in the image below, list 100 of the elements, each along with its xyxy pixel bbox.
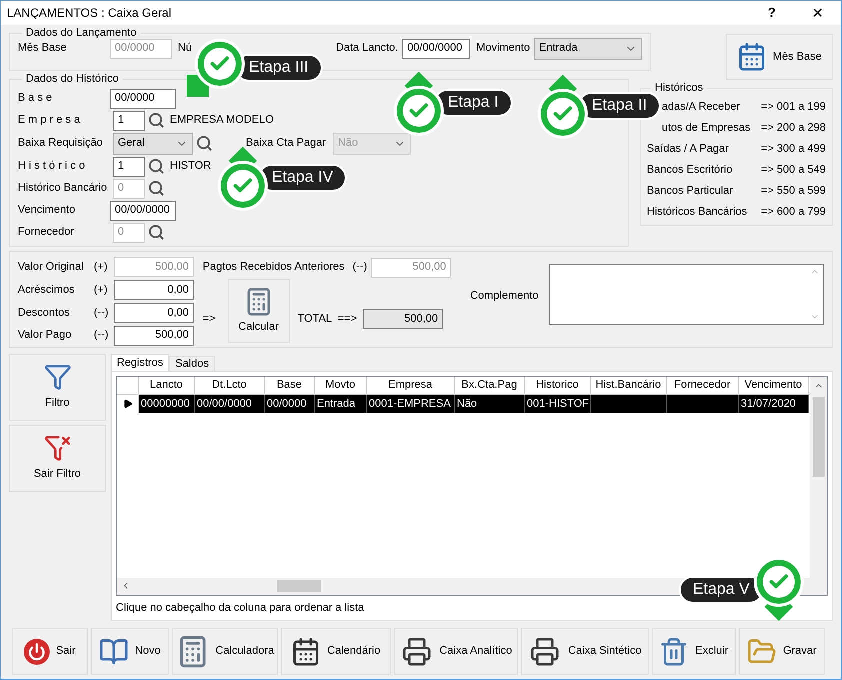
input-field[interactable]: 1	[113, 156, 145, 176]
search-icon[interactable]	[148, 224, 165, 241]
field-label: Baixa Cta Pagar	[246, 136, 326, 152]
field-label: Baixa Requisição	[18, 136, 104, 152]
sign-label: (--)	[94, 328, 110, 344]
field-label: Nú	[178, 41, 192, 56]
total-label: TOTAL ==>	[298, 312, 358, 327]
range-value: => 200 a 298	[761, 120, 826, 136]
row-pointer-icon	[122, 399, 132, 409]
field-label: Pagtos Recebidos Anteriores	[202, 260, 345, 276]
field-label: E m p r e s a	[18, 113, 82, 128]
clear-filter-button[interactable]: Sair Filtro	[9, 425, 106, 492]
toolbar-button[interactable]: Calculadora	[172, 628, 278, 675]
column-header[interactable]: Historico	[525, 377, 591, 394]
field-label: Vencimento	[18, 203, 76, 218]
help-button[interactable]: ?	[749, 1, 795, 25]
close-button[interactable]: ✕	[795, 1, 841, 25]
toolbar-button[interactable]: Gravar	[739, 628, 825, 675]
window-title: LANÇAMENTOS : Caixa Geral	[7, 5, 172, 22]
input-field[interactable]: 00/0000	[110, 88, 176, 108]
tab[interactable]: Saldos	[169, 356, 216, 371]
input-field[interactable]: 500,00	[114, 326, 194, 346]
check-badge	[218, 145, 268, 211]
range-label: Bancos Particular	[647, 184, 734, 199]
toolbar-button[interactable]: Excluir	[652, 628, 736, 675]
column-header[interactable]: Hist.Bancário	[591, 377, 667, 394]
field-label: Movimento	[476, 41, 530, 56]
toolbar-button[interactable]: Novo	[91, 628, 169, 675]
table-cell: 00/0000	[265, 395, 315, 413]
range-value: => 550 a 599	[761, 184, 826, 199]
filter-remove-icon	[44, 434, 72, 462]
field-label: H i s t ó r i c o	[18, 159, 86, 174]
field-label: Valor Pago	[18, 328, 73, 344]
range-value: => 001 a 199	[761, 100, 826, 115]
field-label: Acréscimos	[18, 282, 76, 298]
table-cell: 31/07/2020	[739, 395, 809, 413]
check-badge	[394, 70, 444, 136]
filter-icon	[44, 363, 72, 392]
field-label: Data Lancto.	[336, 41, 398, 56]
column-header[interactable]: Empresa	[367, 377, 455, 394]
sign-label: (--)	[352, 260, 368, 276]
dropdown[interactable]: Geral	[113, 132, 193, 154]
sign-label: (+)	[94, 260, 109, 276]
calendar-icon	[291, 636, 322, 666]
table-cell: 00000000	[139, 395, 195, 413]
column-header[interactable]: Fornecedor	[667, 377, 739, 394]
field-label: Descontos	[18, 306, 71, 321]
search-icon[interactable]	[148, 158, 165, 175]
input-field[interactable]: 0,00	[114, 302, 194, 323]
calculate-button[interactable]: Calcular	[228, 279, 290, 343]
column-header[interactable]: Lancto	[139, 377, 195, 394]
range-value: => 300 a 499	[761, 142, 826, 157]
group-title: Dados do Histórico	[25, 72, 120, 87]
field-label: Histórico Bancário	[18, 181, 108, 196]
month-base-button[interactable]: Mês Base	[726, 34, 833, 80]
field-value-text: HISTOR	[170, 159, 212, 174]
search-icon[interactable]	[196, 135, 213, 152]
toolbar-button[interactable]: Calendário	[281, 628, 391, 675]
toolbar-button[interactable]: Sair	[12, 628, 88, 675]
range-value: => 500 a 549	[761, 162, 826, 178]
group-title: Dados do Lançamento	[25, 26, 138, 41]
field-label: Mês Base	[18, 41, 68, 56]
search-icon[interactable]	[148, 112, 165, 129]
input-field[interactable]: 00/00/0000	[110, 200, 176, 220]
table-cell: Não	[455, 395, 525, 413]
scroll-thumb[interactable]	[812, 397, 824, 477]
field-label: Fornecedor	[18, 225, 76, 240]
dropdown[interactable]: Entrada	[534, 38, 642, 60]
table-row[interactable]: 00000000 00/00/0000 00/0000 Entrada 0001-EMPRESA Não 001-HISTOF 31/07/2020	[139, 395, 809, 413]
filter-button[interactable]: Filtro	[9, 354, 106, 421]
scroll-thumb[interactable]	[277, 580, 321, 592]
input-field[interactable]: 0,00	[114, 280, 194, 300]
table-cell: 001-HISTOF	[525, 395, 591, 413]
range-label: Bancos Escritório	[647, 162, 733, 178]
column-header[interactable]: Dt.Lcto	[195, 377, 265, 394]
arrow-label: =>	[202, 312, 216, 327]
hint-text: Clique no cabeçalho da coluna para ordenar a lista	[116, 600, 366, 616]
toolbar-button[interactable]: Caixa Analítico	[394, 628, 518, 675]
power-icon	[24, 638, 50, 664]
field-label: Valor Original	[18, 260, 85, 276]
table-cell: Entrada	[315, 395, 367, 413]
column-header[interactable]: Bx.Cta.Pag	[455, 377, 525, 394]
trash-icon	[659, 636, 690, 668]
column-header[interactable]: Base	[265, 377, 315, 394]
field-label: Complemento	[470, 289, 539, 302]
total-field: 500,00	[363, 309, 444, 329]
table-cell: 0001-EMPRESA	[367, 395, 455, 413]
input-field[interactable]: 1	[113, 110, 145, 130]
toolbar-button[interactable]: Caixa Sintético	[521, 628, 649, 675]
sign-label: (--)	[94, 306, 110, 321]
tab[interactable]: Registros	[111, 354, 170, 371]
table-cell: 00/00/0000	[195, 395, 265, 413]
field-value-text: EMPRESA MODELO	[170, 113, 274, 128]
book-icon	[99, 636, 130, 666]
column-header[interactable]: Movto	[315, 377, 367, 394]
column-header[interactable]: Vencimento	[739, 377, 809, 394]
field-label: B a s e	[18, 91, 54, 106]
search-icon[interactable]	[148, 180, 165, 197]
input-field[interactable]: 00/00/0000	[402, 38, 470, 58]
vertical-scrollbar[interactable]	[810, 377, 827, 578]
